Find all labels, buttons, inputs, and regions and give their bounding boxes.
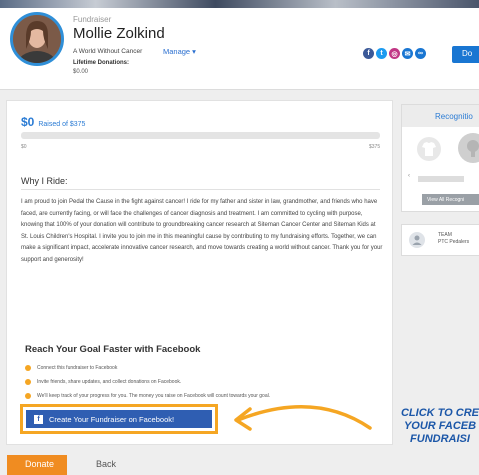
- facebook-step-text: Invite friends, share updates, and colle…: [37, 379, 182, 385]
- manage-dropdown[interactable]: Manage ▾: [163, 47, 196, 56]
- team-name: PTC Pedalers: [438, 239, 470, 245]
- facebook-step: Invite friends, share updates, and colle…: [25, 379, 181, 385]
- back-link[interactable]: Back: [96, 459, 116, 469]
- facebook-button-label: Create Your Fundraiser on Facebook!: [49, 414, 175, 424]
- facebook-icon: f: [34, 414, 43, 424]
- callout-line: CLICK TO CRE: [400, 407, 479, 419]
- progress-min-label: $0: [21, 144, 27, 150]
- team-card[interactable]: TEAM PTC Pedalers: [401, 224, 479, 256]
- facebook-section-title: Reach Your Goal Faster with Facebook: [25, 344, 201, 355]
- divider: [21, 189, 380, 190]
- callout-line: YOUR FACEB: [403, 420, 477, 432]
- instagram-icon[interactable]: ◎: [389, 48, 400, 59]
- recognition-slider: [418, 176, 464, 182]
- chevron-left-icon[interactable]: ‹: [408, 173, 410, 179]
- fundraiser-header: Fundraiser Mollie Zolkind A World Withou…: [0, 8, 479, 90]
- create-facebook-fundraiser-button[interactable]: f Create Your Fundraiser on Facebook!: [26, 410, 212, 428]
- team-icon: [409, 232, 425, 248]
- avatar: [10, 12, 64, 66]
- donate-button-top[interactable]: Do: [452, 46, 479, 63]
- progress-bar: [21, 132, 380, 139]
- link-icon[interactable]: ∞: [415, 48, 426, 59]
- role-label: Fundraiser: [73, 15, 112, 24]
- team-label: TEAM: [438, 232, 452, 238]
- facebook-icon[interactable]: f: [363, 48, 374, 59]
- email-icon[interactable]: ✉: [402, 48, 413, 59]
- lifetime-donations-value: $0.00: [73, 69, 89, 75]
- arrow-annotation-icon: [234, 405, 372, 431]
- recognition-title: Recognitio: [402, 105, 479, 127]
- facebook-step: Connect this fundraiser to Facebook: [25, 365, 117, 371]
- donate-button[interactable]: Donate: [7, 455, 67, 475]
- raised-summary: $0 Raised of $375: [21, 115, 85, 129]
- raised-goal-label: Raised of $375: [38, 121, 86, 128]
- why-i-ride-title: Why I Ride:: [21, 176, 68, 186]
- lifetime-donations-label: Lifetime Donations:: [73, 60, 130, 66]
- organization-name: A World Without Cancer: [73, 48, 143, 55]
- facebook-button-highlight: f Create Your Fundraiser on Facebook!: [20, 404, 218, 434]
- step-bullet-icon: [25, 379, 31, 385]
- facebook-callout-text: CLICK TO CRE YOUR FACEB FUNDRAISI: [370, 407, 479, 446]
- fundraiser-name: Mollie Zolkind: [73, 25, 165, 42]
- view-all-recognition-button[interactable]: View All Recogni: [422, 194, 479, 205]
- progress-max-label: $375: [369, 144, 381, 150]
- trophy-badge-icon: [458, 133, 479, 163]
- header-banner: [0, 0, 479, 8]
- facebook-step-text: Connect this fundraiser to Facebook: [37, 365, 118, 371]
- raised-amount: $0: [21, 115, 35, 129]
- social-share-icons: f t ◎ ✉ ∞: [363, 48, 426, 59]
- step-bullet-icon: [25, 393, 31, 399]
- recognition-panel: Recognitio ‹ View All Recogni: [401, 104, 479, 212]
- fundraiser-main-panel: $0 Raised of $375 $0 $375 Why I Ride: I …: [6, 100, 393, 445]
- step-bullet-icon: [25, 365, 31, 371]
- twitter-icon[interactable]: t: [376, 48, 387, 59]
- callout-line: FUNDRAISI: [410, 433, 470, 445]
- tshirt-badge-icon: [417, 137, 441, 161]
- story-text: I am proud to join Pedal the Cause in th…: [21, 199, 383, 263]
